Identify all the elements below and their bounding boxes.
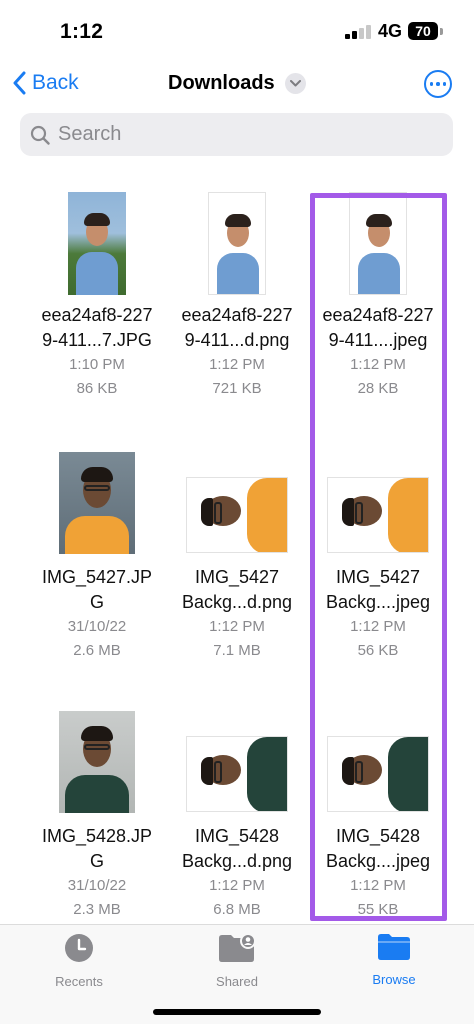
file-time: 1:12 PM <box>209 877 265 894</box>
file-thumbnail <box>208 192 266 295</box>
tab-recents[interactable]: Recents <box>19 933 139 989</box>
search-field[interactable]: Search <box>20 113 453 156</box>
back-button[interactable]: Back <box>12 71 79 95</box>
file-time: 31/10/22 <box>67 618 127 635</box>
file-thumbnail <box>59 711 135 813</box>
shared-folder-icon <box>219 933 256 962</box>
file-item[interactable]: eea24af8-227 9-411...d.png 1:12 PM 721 K… <box>162 185 312 401</box>
file-thumbnail <box>186 477 288 553</box>
status-bar: 1:12 4G 70 <box>0 0 474 62</box>
page-title: Downloads <box>168 72 275 94</box>
file-item[interactable]: IMG_5427 Backg...d.png 1:12 PM 7.1 MB <box>162 447 312 663</box>
clock-icon <box>65 934 93 962</box>
battery-cap <box>440 28 443 35</box>
navigation-bar: Back Downloads <box>0 62 474 108</box>
tab-browse[interactable]: Browse <box>334 933 454 987</box>
file-thumbnail <box>59 452 135 554</box>
file-time: 1:10 PM <box>69 356 125 373</box>
chevron-down-icon <box>284 73 306 94</box>
search-placeholder: Search <box>58 123 122 145</box>
file-size: 6.8 MB <box>213 901 261 918</box>
search-icon <box>30 125 50 145</box>
network-type: 4G <box>378 21 403 41</box>
file-name: eea24af8-227 <box>41 305 153 325</box>
file-name: eea24af8-227 <box>181 305 293 325</box>
folder-icon <box>378 934 410 960</box>
back-label: Back <box>32 71 79 94</box>
file-item[interactable]: eea24af8-227 9-411...7.JPG 1:10 PM 86 KB <box>22 185 172 401</box>
status-time: 1:12 <box>60 20 104 43</box>
tab-shared[interactable]: Shared <box>177 933 297 989</box>
file-name-cont: 9-411...d.png <box>184 330 290 350</box>
file-name: IMG_5428 <box>194 826 280 846</box>
cellular-signal-icon <box>345 25 371 39</box>
highlight-box <box>310 193 447 921</box>
file-item[interactable]: IMG_5428.JP G 31/10/22 2.3 MB <box>22 706 172 922</box>
file-name-cont: G <box>89 851 104 871</box>
tab-label: Recents <box>55 974 103 989</box>
file-time: 1:12 PM <box>209 618 265 635</box>
file-thumbnail <box>68 192 126 295</box>
file-size: 7.1 MB <box>213 642 261 659</box>
file-name-cont: 9-411...7.JPG <box>42 330 152 350</box>
file-size: 2.6 MB <box>73 642 121 659</box>
more-options-button[interactable] <box>424 70 452 98</box>
file-name-cont: Backg...d.png <box>181 851 293 871</box>
file-item[interactable]: IMG_5427.JP G 31/10/22 2.6 MB <box>22 447 172 663</box>
file-name: IMG_5427.JP <box>41 567 153 587</box>
file-size: 721 KB <box>212 380 262 397</box>
file-name: IMG_5428.JP <box>41 826 153 846</box>
file-size: 2.3 MB <box>73 901 121 918</box>
file-name-cont: Backg...d.png <box>181 592 293 612</box>
chevron-left-icon <box>13 71 26 95</box>
tab-label: Shared <box>216 974 258 989</box>
file-name-cont: G <box>89 592 104 612</box>
file-item[interactable]: IMG_5428 Backg...d.png 1:12 PM 6.8 MB <box>162 706 312 922</box>
file-thumbnail <box>186 736 288 812</box>
tab-label: Browse <box>372 972 416 987</box>
battery-icon: 70 <box>408 22 438 40</box>
home-indicator <box>153 1009 321 1015</box>
title-menu[interactable]: Downloads <box>168 72 306 95</box>
file-time: 1:12 PM <box>209 356 265 373</box>
file-time: 31/10/22 <box>67 877 127 894</box>
file-name: IMG_5427 <box>194 567 280 587</box>
file-size: 86 KB <box>76 380 118 397</box>
